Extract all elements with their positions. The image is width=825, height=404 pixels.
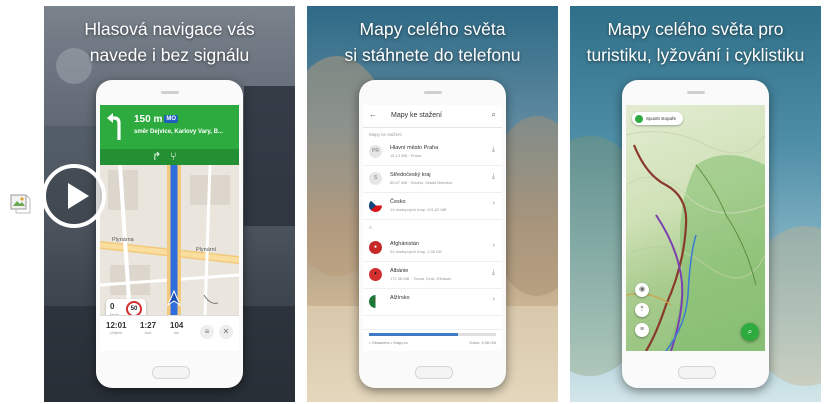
- distance-info: 104 km: [170, 321, 183, 335]
- region-icon: PR: [369, 145, 382, 158]
- road-badge: MO: [164, 115, 179, 124]
- list-item[interactable]: ● Afghánistán 34 dostupných map, 1,38 GB…: [363, 235, 502, 262]
- back-arrow-icon[interactable]: ←: [369, 110, 377, 119]
- map-name: Afghánistán: [390, 241, 420, 247]
- panel-caption: Mapy celého světa si stáhnete do telefon…: [307, 16, 558, 68]
- navigation-map[interactable]: Plynárna Plynární 0 km/h 50: [100, 165, 239, 323]
- list-item[interactable]: ☾ Alžírsko ›: [363, 289, 502, 316]
- duration-label: hod: [144, 330, 152, 335]
- caption-line: Mapy celého světa pro: [607, 19, 784, 39]
- street-direction: směr Dejvice, Karlovy Vary, B...: [134, 129, 223, 135]
- caption-line: si stáhnete do telefonu: [344, 45, 521, 65]
- menu-icon[interactable]: ≡: [200, 325, 214, 339]
- map-details: 172,36 MB · Tirana, Drač, Elbasan: [390, 276, 452, 281]
- duration-info: 1:27 hod: [140, 321, 156, 335]
- downloads-toolbar: ← Mapy ke stažení ⌕: [363, 105, 502, 128]
- start-tracker-label: Spustit stopaře: [646, 116, 677, 121]
- broken-image-icon: [10, 194, 31, 214]
- close-icon[interactable]: ✕: [219, 325, 233, 339]
- phone-speaker: [161, 91, 179, 94]
- road-label: Plynární: [196, 247, 217, 253]
- distance-value: 150 m: [134, 114, 163, 125]
- caption-line: Hlasová navigace vás: [84, 19, 255, 39]
- storage-bar: [369, 333, 496, 336]
- panel-caption: Hlasová navigace vás navede i bez signál…: [44, 16, 295, 68]
- map-details: 16,13 MB · Praha: [390, 153, 422, 158]
- section-header: Mapy ke stažení: [369, 132, 402, 137]
- outdoor-map[interactable]: Spustit stopaře ◉ ⇡ ≡ ⌕: [626, 105, 765, 351]
- storage-used-label: • Obsazeno • Mapy.cz: [369, 340, 408, 345]
- storage-bar-fill: [369, 333, 458, 336]
- lane-split-icon: ⑂: [170, 151, 177, 163]
- turn-left-arrow-icon: [107, 113, 121, 140]
- storage-free-label: Volno: 3,98 GB: [469, 340, 496, 345]
- phone-speaker: [687, 91, 705, 94]
- search-icon[interactable]: ⌕: [741, 323, 759, 341]
- screenshot-panel-outdoor-map[interactable]: Mapy celého světa pro turistiku, lyžován…: [570, 6, 821, 402]
- map-details: 34 dostupných map, 1,38 GB: [390, 249, 442, 254]
- map-name: Hlavní město Praha: [390, 145, 439, 151]
- downloads-title: Mapy ke stažení: [391, 112, 442, 119]
- arrival-info: 12:01 příjezd: [106, 321, 126, 335]
- compass-icon[interactable]: ⇡: [635, 303, 649, 317]
- czech-flag-icon: [369, 199, 382, 212]
- maneuver-distance: 150 m MO: [134, 114, 179, 125]
- start-tracker-button[interactable]: Spustit stopaře: [632, 112, 684, 125]
- phone-mockup: Spustit stopaře ◉ ⇡ ≡ ⌕: [622, 80, 769, 388]
- trip-info-bar: 12:01 příjezd 1:27 hod 104 km ≡ ✕: [100, 315, 239, 351]
- phone-mockup: 150 m MO směr Dejvice, Karlovy Vary, B...…: [96, 80, 243, 388]
- map-name: Alžírsko: [390, 295, 410, 301]
- phone-screen: 150 m MO směr Dejvice, Karlovy Vary, B...…: [100, 105, 239, 351]
- phone-mockup: ← Mapy ke stažení ⌕ Mapy ke stažení PR H…: [359, 80, 506, 388]
- current-speed: 0: [110, 302, 115, 311]
- list-item[interactable]: PR Hlavní město Praha 16,13 MB · Praha ⤓: [363, 139, 502, 166]
- phone-screen: Spustit stopaře ◉ ⇡ ≡ ⌕: [626, 105, 765, 351]
- distance-label: km: [174, 330, 180, 335]
- lane-guidance: ↱ ⑂: [100, 149, 239, 165]
- play-video-button[interactable]: [42, 164, 106, 228]
- arrival-time: 12:01: [106, 321, 127, 330]
- play-icon: [68, 183, 89, 209]
- caption-line: turistiku, lyžování i cyklistiku: [586, 45, 805, 65]
- layers-icon[interactable]: ◉: [635, 283, 649, 297]
- section-divider: A: [369, 225, 373, 230]
- list-item[interactable]: Česko 14 dostupných map, 431,82 MB ›: [363, 193, 502, 220]
- download-icon[interactable]: ⤓: [492, 269, 495, 277]
- navigation-instruction-bar: 150 m MO směr Dejvice, Karlovy Vary, B...…: [100, 105, 239, 165]
- phone-speaker: [424, 91, 442, 94]
- map-name: Česko: [390, 199, 406, 205]
- map-details: 86,67 MB · Kladno, Mladá Boleslav: [390, 180, 453, 185]
- albania-flag-icon: ✦: [369, 268, 382, 281]
- list-item[interactable]: S Středočeský kraj 86,67 MB · Kladno, Ml…: [363, 166, 502, 193]
- remaining-distance: 104: [170, 321, 184, 330]
- phone-screen: ← Mapy ke stažení ⌕ Mapy ke stažení PR H…: [363, 105, 502, 351]
- chevron-right-icon[interactable]: ›: [493, 200, 495, 207]
- panel-caption: Mapy celého světa pro turistiku, lyžován…: [570, 16, 821, 68]
- region-icon: S: [369, 172, 382, 185]
- afghanistan-flag-icon: ●: [369, 241, 382, 254]
- map-name: Středočeský kraj: [390, 172, 431, 178]
- algeria-flag-icon: ☾: [369, 295, 382, 308]
- download-icon[interactable]: ⤓: [492, 146, 495, 154]
- storage-indicator: • Obsazeno • Mapy.cz Volno: 3,98 GB: [363, 329, 502, 351]
- map-name: Albánie: [390, 268, 409, 274]
- lane-straight-icon: ↱: [152, 151, 162, 163]
- menu-icon[interactable]: ≡: [635, 323, 649, 337]
- arrival-label: příjezd: [110, 330, 123, 335]
- trip-duration: 1:27: [140, 321, 157, 330]
- phone-home-button: [152, 366, 190, 379]
- caption-line: navede i bez signálu: [89, 45, 250, 65]
- screenshot-panel-downloads[interactable]: Mapy celého světa si stáhnete do telefon…: [307, 6, 558, 402]
- caption-line: Mapy celého světa: [359, 19, 506, 39]
- map-details: 14 dostupných map, 431,82 MB: [390, 207, 447, 212]
- download-icon[interactable]: ⤓: [492, 173, 495, 181]
- list-item[interactable]: ✦ Albánie 172,36 MB · Tirana, Drač, Elba…: [363, 262, 502, 289]
- search-icon[interactable]: ⌕: [492, 110, 496, 120]
- phone-home-button: [678, 366, 716, 379]
- chevron-right-icon[interactable]: ›: [493, 242, 495, 249]
- phone-home-button: [415, 366, 453, 379]
- play-icon: [635, 114, 643, 123]
- road-label: Plynárna: [112, 237, 134, 243]
- chevron-right-icon[interactable]: ›: [493, 296, 495, 303]
